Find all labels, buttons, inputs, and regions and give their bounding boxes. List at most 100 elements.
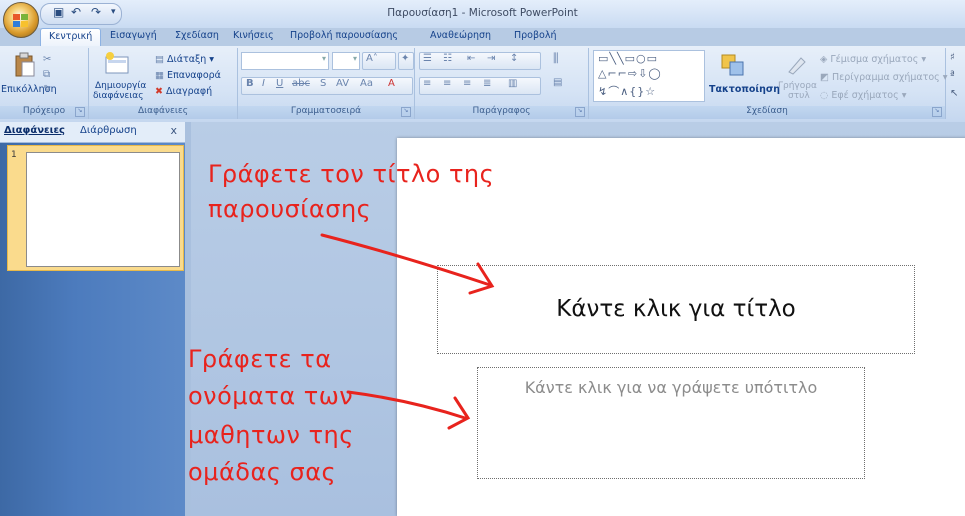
slide-thumbnail-frame[interactable]: 1: [7, 145, 184, 271]
strikethrough-icon: abc: [292, 78, 310, 89]
ribbon: Επικόλληση ✂ ⧉ ✎ Πρόχειρο ↘ Δημιουργία δ…: [0, 46, 965, 123]
arrange-button[interactable]: Τακτοποίηση: [709, 84, 780, 95]
slides-pane: Διαφάνειες Διάρθρωση x 1: [0, 122, 185, 516]
slide-thumbnail-number: 1: [11, 150, 17, 160]
shape-effects-button[interactable]: ◌ Εφέ σχήματος ▾: [820, 90, 906, 101]
group-slides: Δημιουργία διαφάνειας ▤ Διάταξη ▾ ▦ Επαν…: [89, 48, 238, 119]
text-direction-icon[interactable]: ⫼: [553, 51, 559, 66]
font-launcher-icon[interactable]: ↘: [401, 107, 411, 117]
paragraph-launcher-icon[interactable]: ↘: [575, 107, 585, 117]
align-right-icon: ≡: [463, 78, 472, 89]
paste-icon[interactable]: [14, 52, 36, 78]
font-format-buttons[interactable]: B I U abc S AV Aa A: [241, 77, 413, 95]
shape-fill-label: Γέμισμα σχήματος: [830, 54, 919, 65]
spacing-icon: AV: [336, 78, 350, 89]
arrange-icon[interactable]: [721, 54, 745, 76]
align-text-icon[interactable]: ▤: [553, 77, 562, 88]
replace-icon[interactable]: ª: [950, 70, 955, 81]
shape-outline-icon: ◩: [820, 72, 832, 83]
save-icon[interactable]: ▣: [53, 5, 64, 19]
clear-format-icon: ✦: [401, 53, 410, 64]
tab-slideshow[interactable]: Προβολή παρουσίασης: [290, 30, 398, 41]
group-label-slides: Διαφάνειες: [89, 106, 237, 119]
tab-slides-pane[interactable]: Διαφάνειες: [4, 125, 65, 136]
reset-button[interactable]: ▦ Επαναφορά: [155, 70, 221, 81]
grow-font-icon: A˄: [366, 53, 378, 64]
shape-fill-icon: ◈: [820, 54, 831, 65]
new-slide-icon[interactable]: [105, 52, 129, 74]
tab-review[interactable]: Αναθεώρηση: [430, 30, 491, 41]
customize-qat-icon[interactable]: ▾: [111, 7, 116, 17]
tab-insert[interactable]: Εισαγωγή: [110, 30, 157, 41]
reset-icon: ▦: [155, 70, 167, 81]
slide-thumbnail[interactable]: [26, 152, 180, 267]
new-slide-label-2[interactable]: διαφάνειας: [93, 91, 144, 101]
tab-outline-pane[interactable]: Διάρθρωση: [80, 125, 137, 136]
close-icon[interactable]: x: [170, 124, 177, 137]
copy-icon[interactable]: ⧉: [43, 69, 50, 80]
names-annotation-line-3: μαθητων της: [188, 421, 354, 449]
tab-view[interactable]: Προβολή: [514, 30, 557, 41]
quick-access-toolbar: ▣ ↶ ↷ ▾: [40, 3, 122, 25]
line-spacing-icon: ↕: [510, 53, 519, 64]
align-left-icon: ≡: [423, 78, 432, 89]
shapes-row-3-icon: ↯⌒∧{}☆: [598, 85, 657, 98]
clipboard-launcher-icon[interactable]: ↘: [75, 107, 85, 117]
layout-label: Διάταξη: [167, 54, 207, 65]
title-annotation-line-1: Γράφετε τον τίτλο της: [208, 160, 495, 188]
italic-icon: I: [262, 78, 265, 89]
list-buttons[interactable]: ☰ ☷ ⇤ ⇥ ↕: [419, 52, 541, 70]
delete-icon: ✖: [155, 86, 166, 97]
new-slide-label-1[interactable]: Δημιουργία: [95, 81, 146, 91]
shapes-gallery[interactable]: ▭╲╲▭○▭ △⌐⌐⇨⇩◯ ↯⌒∧{}☆: [593, 50, 705, 102]
names-annotation-line-2: ονόματα των: [188, 382, 354, 410]
layout-button[interactable]: ▤ Διάταξη ▾: [155, 54, 214, 65]
names-annotation-line-1: Γράφετε τα: [188, 345, 332, 373]
group-editing: ♯ ª ↖: [946, 48, 965, 119]
quick-styles-label-2[interactable]: στυλ: [788, 91, 810, 101]
align-center-icon: ≡: [443, 78, 452, 89]
numbering-icon: ☷: [443, 53, 452, 64]
clear-format-button[interactable]: ✦: [398, 52, 414, 70]
group-drawing: ▭╲╲▭○▭ △⌐⌐⇨⇩◯ ↯⌒∧{}☆ Τακτοποίηση Γρήγορα…: [589, 48, 948, 119]
shape-effects-icon: ◌: [820, 90, 832, 101]
group-paragraph: ☰ ☷ ⇤ ⇥ ↕ ⫼ ≡ ≡ ≡ ≣ ▥ ▤ Παράγραφος ↘: [415, 48, 589, 119]
tab-design[interactable]: Σχεδίαση: [175, 30, 219, 41]
title-placeholder[interactable]: Κάντε κλικ για τίτλο: [437, 265, 915, 354]
change-case-icon: Aa: [360, 78, 373, 89]
select-icon[interactable]: ↖: [950, 88, 958, 99]
bold-icon: B: [246, 78, 254, 89]
cut-icon[interactable]: ✂: [43, 54, 51, 65]
title-annotation-line-2: παρουσίασης: [208, 195, 372, 223]
undo-icon[interactable]: ↶: [71, 5, 81, 19]
drawing-launcher-icon[interactable]: ↘: [932, 107, 942, 117]
quick-styles-label-1[interactable]: Γρήγορα: [778, 81, 817, 91]
quick-styles-icon[interactable]: [785, 54, 809, 76]
shadow-icon: S: [320, 78, 327, 89]
group-font: ▾ ▾ A˄ ✦ B I U abc S AV Aa A Γραμματοσει…: [238, 48, 415, 119]
title-bar: Παρουσίαση1 - Microsoft PowerPoint: [0, 0, 965, 28]
font-name-input[interactable]: ▾: [241, 52, 329, 70]
shapes-row-2-icon: △⌐⌐⇨⇩◯: [598, 67, 662, 80]
shape-effects-label: Εφέ σχήματος: [831, 90, 899, 101]
reset-label: Επαναφορά: [167, 70, 221, 81]
shape-outline-button[interactable]: ◩ Περίγραμμα σχήματος ▾: [820, 72, 948, 83]
font-size-input[interactable]: ▾: [332, 52, 360, 70]
tab-animations[interactable]: Κινήσεις: [233, 30, 274, 41]
group-clipboard: Επικόλληση ✂ ⧉ ✎ Πρόχειρο ↘: [0, 48, 89, 119]
grow-shrink-font-button[interactable]: A˄: [362, 52, 396, 70]
decrease-indent-icon: ⇤: [467, 53, 476, 64]
shapes-row-1-icon: ▭╲╲▭○▭: [598, 52, 659, 65]
redo-icon[interactable]: ↷: [91, 5, 101, 19]
office-logo-icon: [13, 14, 28, 27]
font-color-icon: A: [388, 78, 395, 89]
delete-button[interactable]: ✖ Διαγραφή: [155, 86, 212, 97]
office-button[interactable]: [3, 2, 39, 38]
find-icon[interactable]: ♯: [950, 52, 955, 63]
format-painter-icon[interactable]: ✎: [43, 84, 51, 95]
alignment-buttons[interactable]: ≡ ≡ ≡ ≣ ▥: [419, 77, 541, 95]
window-title: Παρουσίαση1 - Microsoft PowerPoint: [387, 7, 578, 19]
subtitle-placeholder[interactable]: Κάντε κλικ για να γράψετε υπότιτλο: [477, 367, 865, 479]
shape-fill-button[interactable]: ◈ Γέμισμα σχήματος ▾: [820, 54, 926, 65]
delete-label: Διαγραφή: [165, 86, 213, 97]
